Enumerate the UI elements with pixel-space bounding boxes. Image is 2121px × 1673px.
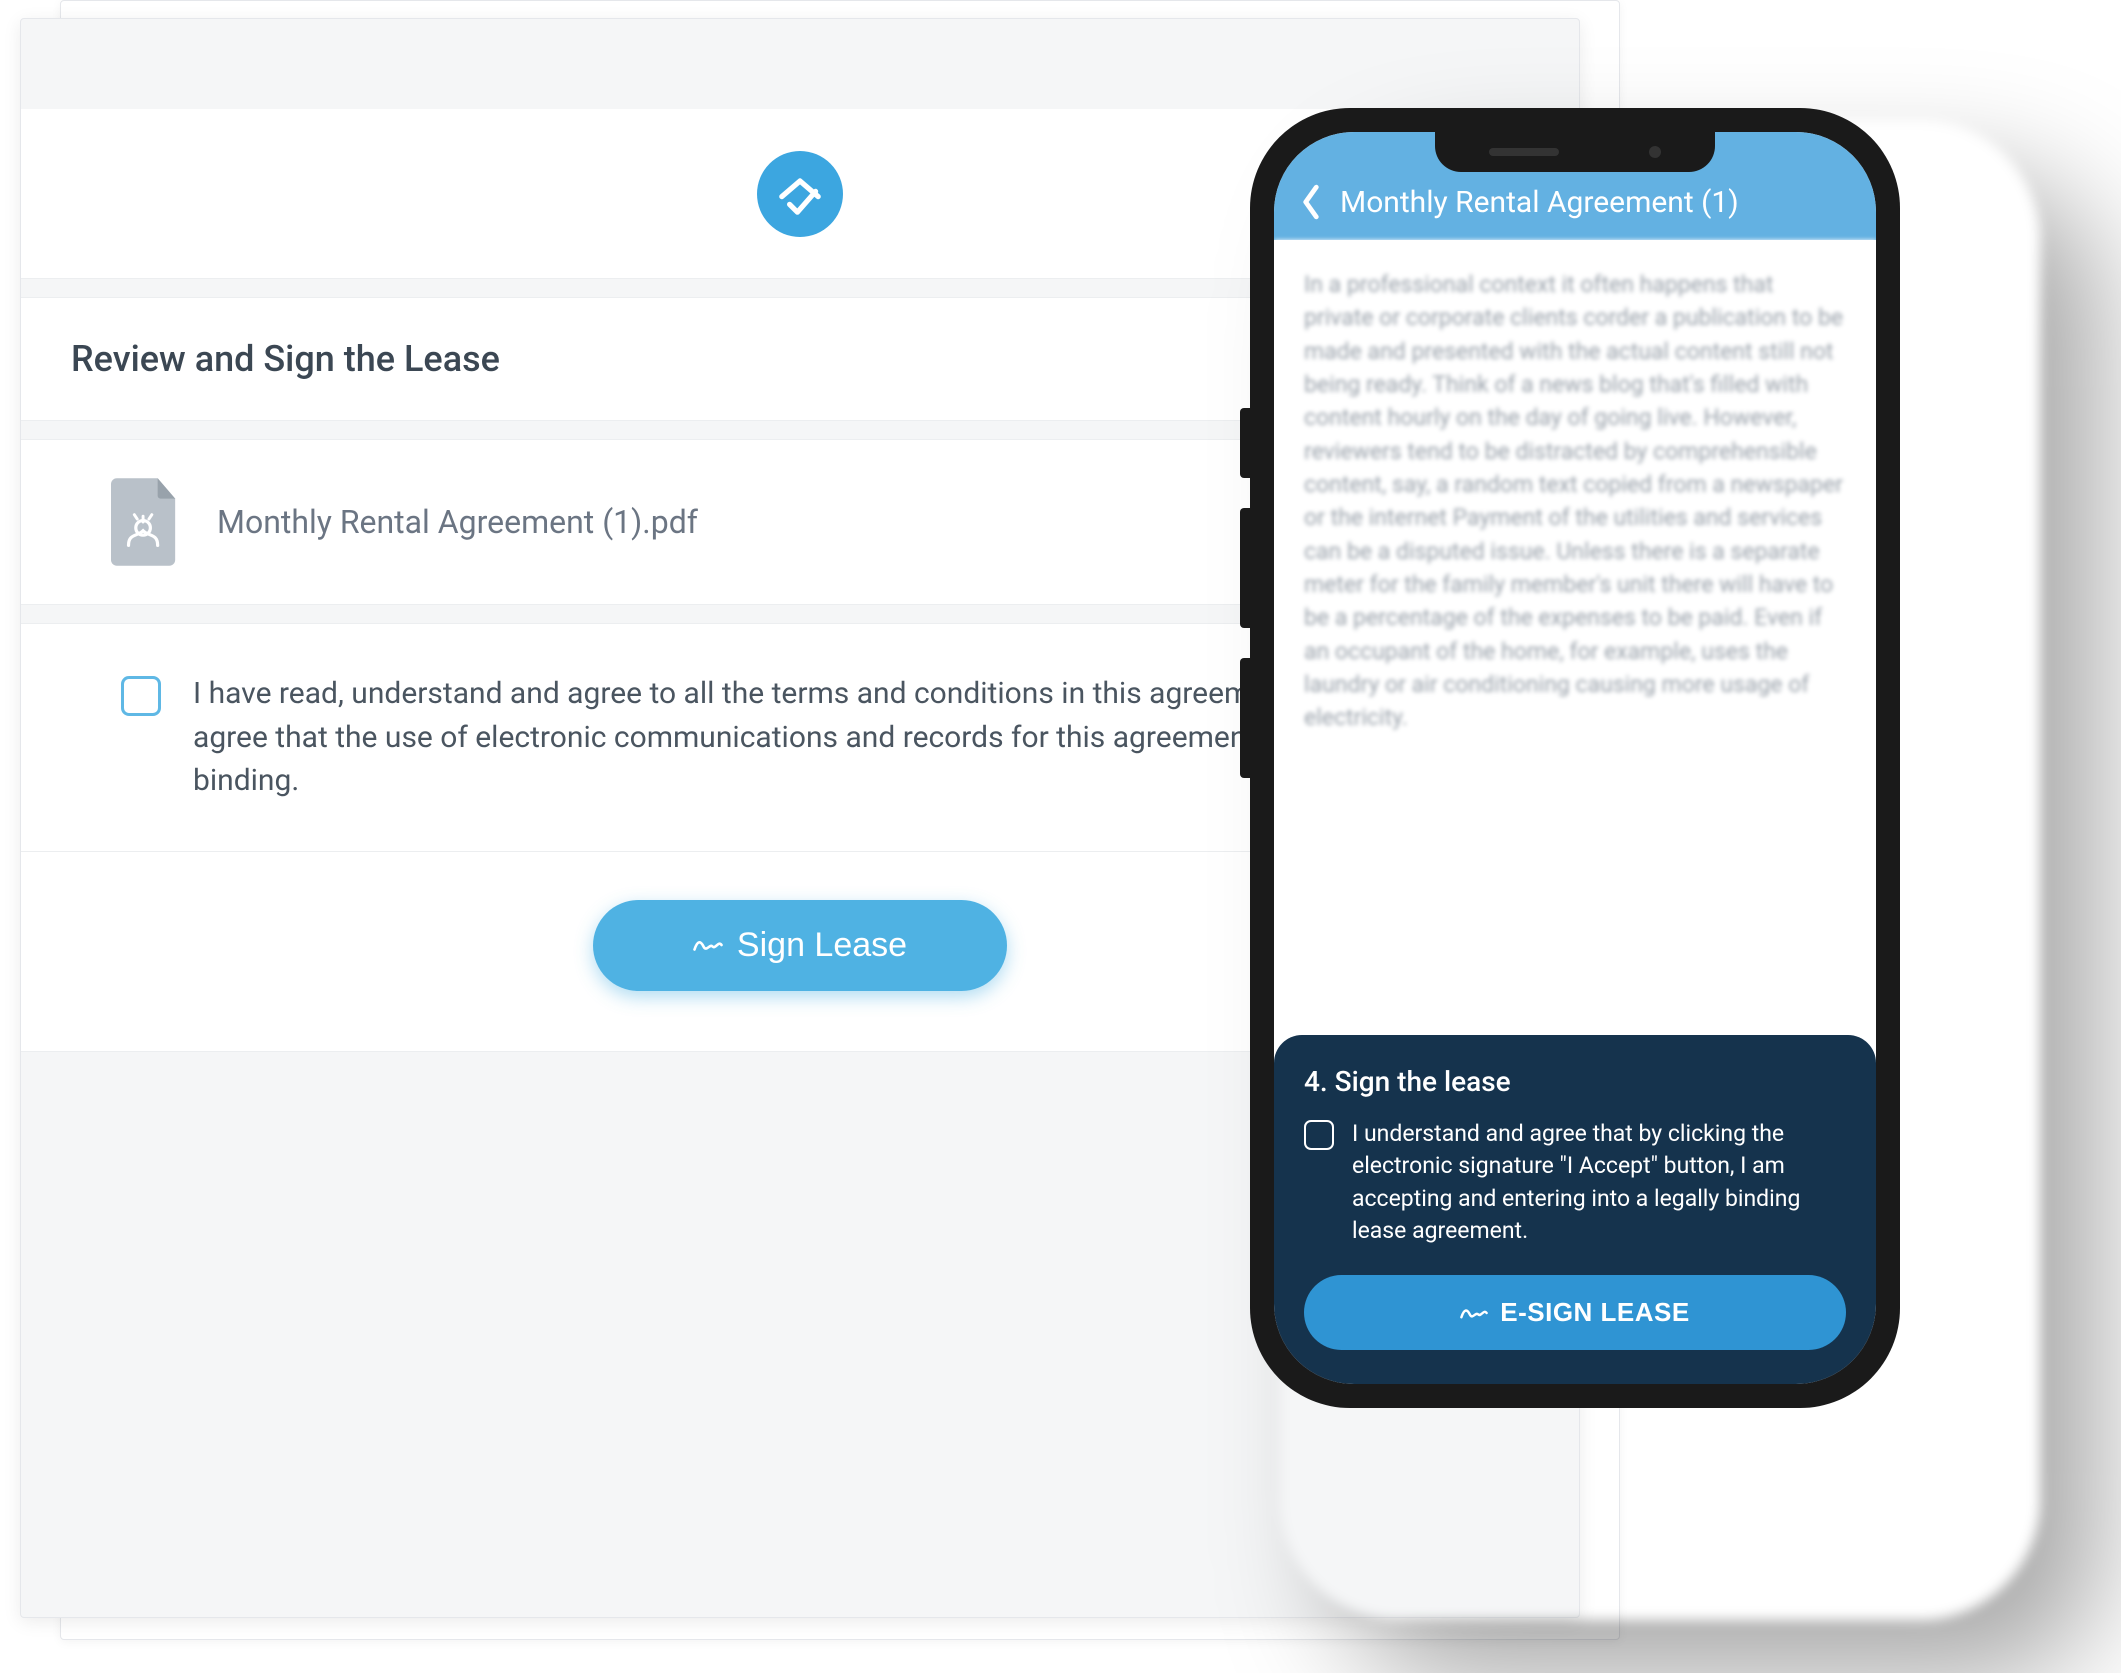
app-header-title: Monthly Rental Agreement (1) [1340,185,1739,220]
pdf-icon [111,478,181,566]
agree-checkbox[interactable] [121,676,161,716]
phone-screen: Monthly Rental Agreement (1) In a profes… [1274,132,1876,1384]
sign-panel-title: 4. Sign the lease [1304,1065,1846,1098]
back-icon[interactable] [1300,184,1322,220]
esign-lease-button[interactable]: E-SIGN LEASE [1304,1275,1846,1350]
sign-panel-checkbox[interactable] [1304,1120,1334,1150]
sign-lease-label: Sign Lease [737,926,907,965]
sign-panel: 4. Sign the lease I understand and agree… [1274,1035,1876,1384]
phone-volume-up [1240,508,1250,628]
phone-frame: Monthly Rental Agreement (1) In a profes… [1250,108,1900,1408]
sign-panel-text: I understand and agree that by clicking … [1352,1118,1846,1247]
phone-volume-down [1240,658,1250,778]
file-name: Monthly Rental Agreement (1).pdf [217,503,698,541]
phone-speaker [1489,148,1559,156]
signature-icon [1460,1303,1488,1323]
phone-mute-switch [1240,408,1250,478]
phone-notch [1435,132,1715,172]
app-logo-icon [757,151,843,237]
document-body[interactable]: In a professional context it often happe… [1274,240,1876,1055]
esign-lease-label: E-SIGN LEASE [1500,1297,1689,1328]
sign-lease-button[interactable]: Sign Lease [593,900,1007,991]
sign-panel-row: I understand and agree that by clicking … [1304,1118,1846,1247]
signature-icon [693,934,723,956]
phone-camera [1649,146,1661,158]
